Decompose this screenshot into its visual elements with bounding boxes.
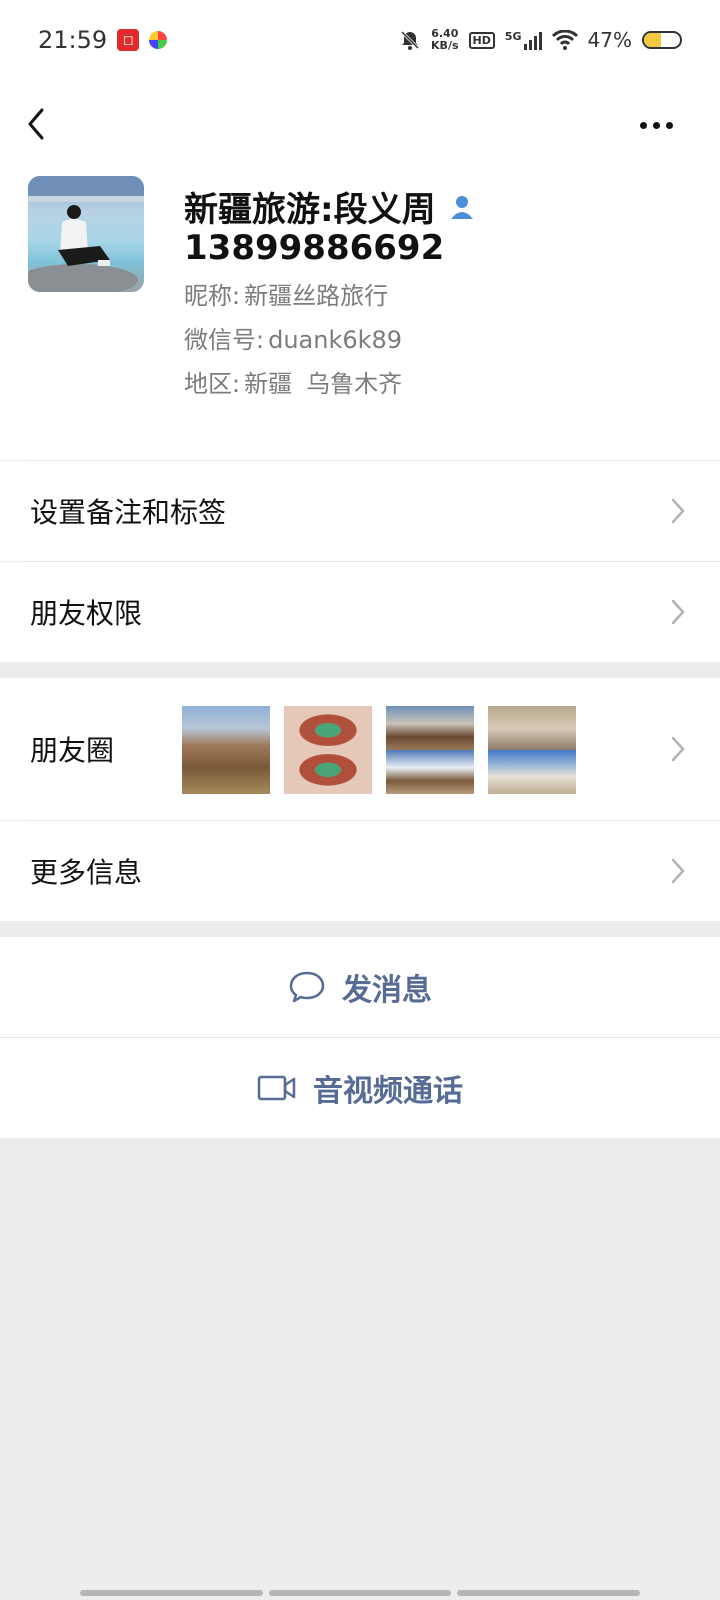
avatar-image xyxy=(28,176,144,292)
nickname-label: 昵称: xyxy=(184,282,241,310)
status-bar: 21:59 ◻ 6.40 KB/s HD 5G 47% xyxy=(0,0,720,80)
video-camera-icon xyxy=(257,1075,296,1101)
nickname-value: 新疆丝路旅行 xyxy=(244,282,389,310)
network-speed: 6.40 KB/s xyxy=(431,28,458,52)
moments-row[interactable]: 朋友圈 xyxy=(0,678,720,820)
nickname-line: 昵称: 新疆丝路旅行 xyxy=(184,276,388,311)
moment-thumbnail[interactable] xyxy=(284,706,372,794)
status-time: 21:59 xyxy=(38,26,108,54)
moment-thumbnail[interactable] xyxy=(488,706,576,794)
battery-fill xyxy=(644,33,661,47)
region-line: 地区: 新疆 乌鲁木齐 xyxy=(184,364,402,399)
hd-badge: HD xyxy=(468,31,495,49)
chat-bubble-icon xyxy=(289,971,325,1003)
wifi-icon xyxy=(551,30,578,50)
wechat-id-line: 微信号: duank6k89 xyxy=(184,320,402,355)
chevron-right-icon xyxy=(671,599,685,625)
permissions-row[interactable]: 朋友权限 xyxy=(0,562,720,662)
battery-percent: 47% xyxy=(587,28,632,52)
signal-icon xyxy=(523,30,542,50)
display-name-text: 新疆旅游:段义周 xyxy=(184,190,436,230)
phone-number: 13899886692 xyxy=(184,228,445,268)
top-nav xyxy=(0,80,720,170)
moment-thumbnail[interactable] xyxy=(182,706,270,794)
more-info-row[interactable]: 更多信息 xyxy=(0,821,720,921)
network-type: 5G xyxy=(505,30,542,50)
more-info-label: 更多信息 xyxy=(30,856,143,889)
moments-thumbnails xyxy=(182,706,576,794)
send-message-button[interactable]: 发消息 xyxy=(0,937,720,1037)
remark-label: 设置备注和标签 xyxy=(30,496,227,529)
moment-thumbnail[interactable] xyxy=(386,706,474,794)
display-name: 新疆旅游:段义周 xyxy=(184,182,476,231)
video-call-label: 音视频通话 xyxy=(313,1074,463,1109)
person-icon xyxy=(450,195,473,219)
chevron-right-icon xyxy=(671,498,685,524)
permissions-label: 朋友权限 xyxy=(30,597,143,630)
back-button[interactable] xyxy=(20,102,60,146)
colorful-app-icon xyxy=(149,31,168,49)
speed-unit: KB/s xyxy=(431,39,459,52)
wechat-id-label: 微信号: xyxy=(184,326,265,354)
chevron-right-icon xyxy=(671,858,685,884)
region-label: 地区: xyxy=(184,370,241,398)
moments-label: 朋友圈 xyxy=(30,734,115,767)
send-message-label: 发消息 xyxy=(342,973,432,1008)
profile-card: 新疆旅游:段义周 13899886692 昵称: 新疆丝路旅行 微信号: duank… xyxy=(0,170,720,460)
notification-app-icon: ◻ xyxy=(117,29,140,51)
gesture-bar xyxy=(80,1590,641,1596)
video-call-button[interactable]: 音视频通话 xyxy=(0,1038,720,1138)
region-city: 乌鲁木齐 xyxy=(306,370,403,398)
chevron-left-icon xyxy=(28,108,44,140)
remark-row[interactable]: 设置备注和标签 xyxy=(0,461,720,561)
network-type-label: 5G xyxy=(504,30,522,43)
battery-icon xyxy=(642,31,682,49)
chevron-right-icon xyxy=(671,736,685,762)
mute-bell-icon xyxy=(400,30,420,50)
status-right: 6.40 KB/s HD 5G 47% xyxy=(399,28,682,52)
region-province: 新疆 xyxy=(244,370,293,398)
more-dots-icon xyxy=(640,121,673,129)
wechat-id-value: duank6k89 xyxy=(268,326,403,354)
status-app-icons: ◻ xyxy=(117,29,168,51)
avatar[interactable] xyxy=(28,176,144,292)
more-button[interactable] xyxy=(640,112,680,138)
